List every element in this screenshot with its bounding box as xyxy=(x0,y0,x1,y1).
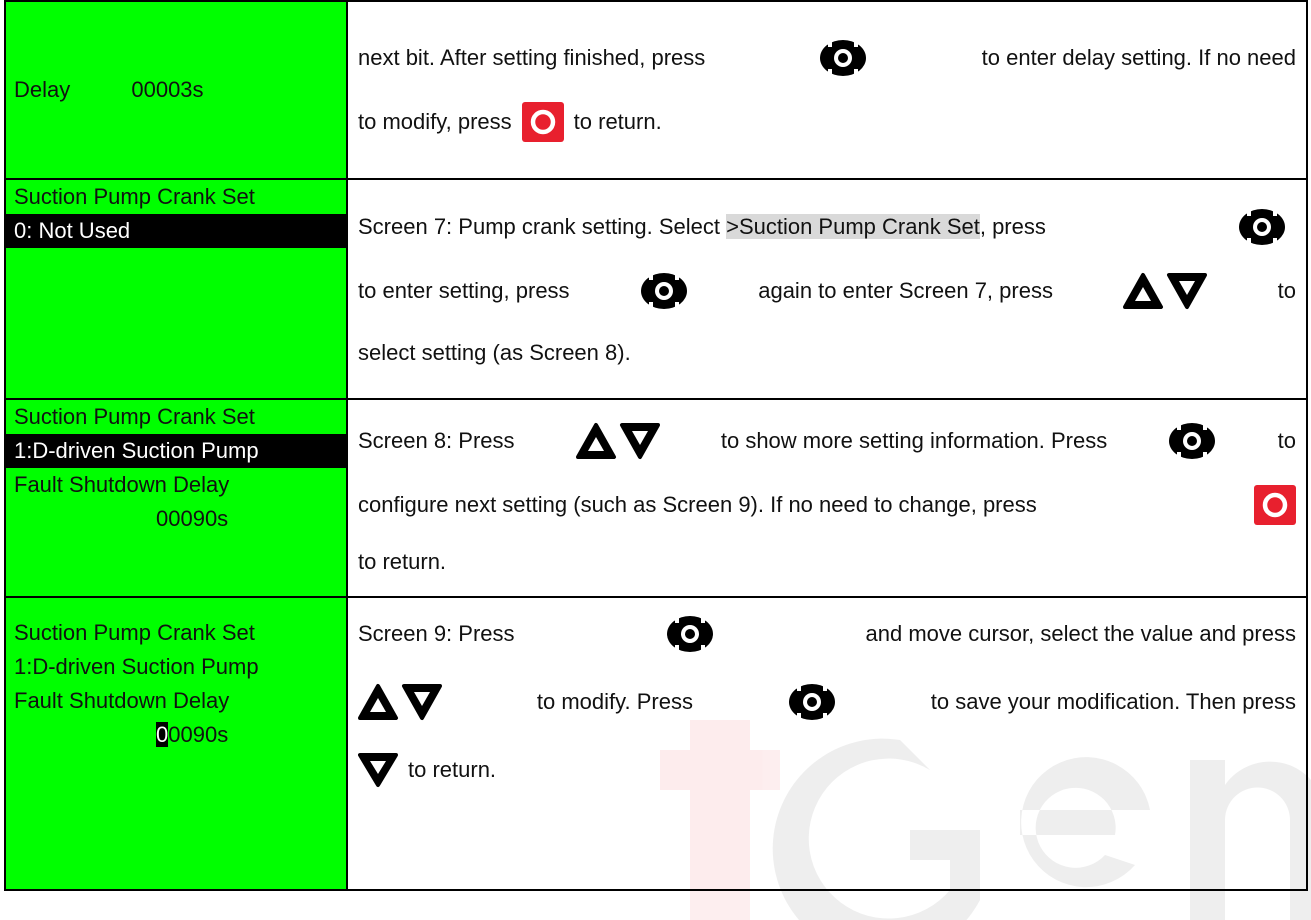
lcd-line-edit: 00090s xyxy=(6,718,346,752)
desc-text: to xyxy=(1277,278,1296,303)
desc-text: to enter setting, press xyxy=(358,278,570,303)
desc-text: next bit. After setting finished, press xyxy=(358,45,706,70)
confirm-icon xyxy=(640,271,688,311)
up-down-arrows-icon xyxy=(358,682,442,722)
desc-text: to return. xyxy=(573,109,662,134)
lcd-line: Suction Pump Crank Set xyxy=(14,620,255,645)
desc-text: and move cursor, select the value and pr… xyxy=(865,621,1296,646)
confirm-icon xyxy=(1238,207,1286,247)
confirm-icon xyxy=(788,682,836,722)
up-down-arrows-icon xyxy=(1123,271,1208,311)
desc-text: Screen 7: Pump crank setting. Select xyxy=(358,214,720,239)
desc-text: to xyxy=(1277,428,1296,453)
return-icon xyxy=(1254,485,1296,525)
lcd-line: 00090s xyxy=(156,506,229,531)
table-row: Delay 00003s next bit. After setting fin… xyxy=(4,0,1308,180)
lcd-line: 1:D-driven Suction Pump xyxy=(14,654,259,679)
down-arrow-icon xyxy=(358,752,398,788)
lcd-line: Suction Pump Crank Set xyxy=(14,404,255,429)
desc-text: to return. xyxy=(358,549,447,574)
lcd-screen-cell: Suction Pump Crank Set 1:D-driven Suctio… xyxy=(4,398,348,598)
desc-text: Screen 9: Press xyxy=(358,621,515,646)
lcd-line: Fault Shutdown Delay xyxy=(14,472,230,497)
desc-text: to return. xyxy=(408,757,497,782)
desc-text: , press xyxy=(979,214,1046,239)
table-row: Suction Pump Crank Set 1:D-driven Suctio… xyxy=(4,596,1308,891)
lcd-screen-cell: Suction Pump Crank Set 0: Not Used xyxy=(4,178,348,400)
desc-text: to save your modification. Then press xyxy=(930,689,1296,714)
table-row: Suction Pump Crank Set 1:D-driven Suctio… xyxy=(4,398,1308,598)
desc-text: to enter delay setting. If no need xyxy=(981,45,1296,70)
lcd-screen-cell: Delay 00003s xyxy=(4,0,348,180)
desc-text: to show more setting information. Press xyxy=(720,428,1108,453)
manual-table: Delay 00003s next bit. After setting fin… xyxy=(4,0,1308,891)
desc-text: again to enter Screen 7, press xyxy=(758,278,1053,303)
highlighted-menu-text: >Suction Pump Crank Set xyxy=(726,214,980,239)
description-cell: Screen 7: Pump crank setting. Select >Su… xyxy=(346,178,1308,400)
lcd-line-selected: 0: Not Used xyxy=(6,214,346,248)
lcd-value: 0090s xyxy=(168,722,229,747)
description-cell: Screen 8: Press to show more setting inf… xyxy=(346,398,1308,598)
lcd-line-selected: 1:D-driven Suction Pump xyxy=(6,434,346,468)
desc-text: Screen 8: Press xyxy=(358,428,515,453)
desc-text: configure next setting (such as Screen 9… xyxy=(358,492,1037,517)
up-down-arrows-icon xyxy=(575,421,660,461)
return-icon xyxy=(521,102,564,142)
desc-text: to modify. Press xyxy=(536,689,693,714)
description-cell: next bit. After setting finished, press … xyxy=(346,0,1308,180)
confirm-icon xyxy=(1168,421,1216,461)
table-row: Suction Pump Crank Set 0: Not Used Scree… xyxy=(4,178,1308,400)
lcd-line: Fault Shutdown Delay xyxy=(14,688,230,713)
lcd-screen-cell: Suction Pump Crank Set 1:D-driven Suctio… xyxy=(4,596,348,891)
desc-text: select setting (as Screen 8). xyxy=(358,340,631,365)
lcd-line: Suction Pump Crank Set xyxy=(14,184,255,209)
confirm-icon xyxy=(819,38,867,78)
lcd-cursor: 0 xyxy=(156,722,169,747)
confirm-icon xyxy=(666,614,714,654)
lcd-line: Delay 00003s xyxy=(14,77,204,102)
desc-text: to modify, press xyxy=(358,109,512,134)
description-cell: Screen 9: Press and move cursor, select … xyxy=(346,596,1308,891)
